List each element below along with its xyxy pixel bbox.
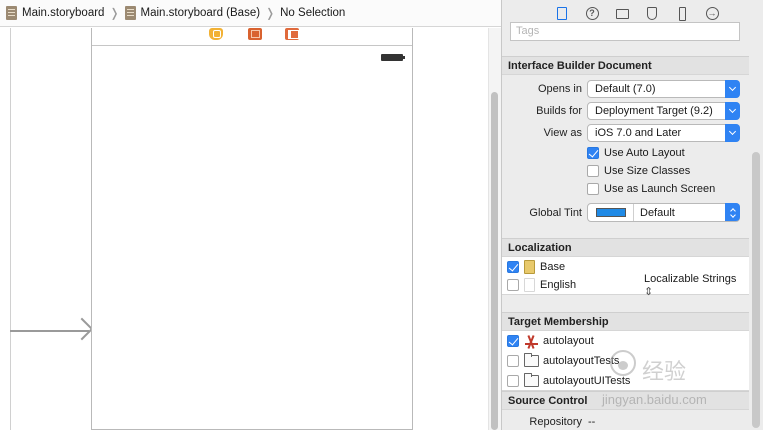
breadcrumb-label: Main.storyboard (Base) — [140, 7, 261, 19]
exit-icon[interactable] — [285, 28, 299, 40]
chevron-down-icon — [725, 80, 740, 98]
target-row-autolayout-ui-tests[interactable]: autolayoutUITests — [507, 372, 630, 390]
target-row-autolayout[interactable]: autolayout — [507, 332, 594, 350]
section-header-localization: Localization — [502, 238, 749, 257]
breadcrumb-label: Main.storyboard — [22, 7, 105, 19]
repository-value: -- — [588, 416, 596, 428]
attributes-inspector-tab[interactable] — [644, 6, 660, 22]
up-down-chevron-icon: ⇕ — [644, 285, 654, 298]
file-inspector-tab[interactable] — [554, 6, 570, 22]
section-header-source-control: Source Control — [502, 391, 749, 410]
breadcrumb-separator: ❭ — [265, 6, 276, 20]
size-inspector-tab[interactable] — [674, 6, 690, 22]
localization-list: Base English Localizable Strings ⇕ — [502, 257, 749, 298]
strings-file-icon — [524, 260, 535, 274]
arrow-head-icon — [70, 317, 94, 341]
target-row-autolayout-tests[interactable]: autolayoutTests — [507, 352, 619, 370]
ruler-icon — [678, 6, 686, 21]
connections-inspector-tab[interactable]: → — [704, 6, 720, 22]
checkbox-label: Use as Launch Screen — [604, 183, 716, 195]
first-responder-icon[interactable] — [248, 28, 262, 40]
builds-for-label: Builds for — [536, 105, 582, 117]
checkbox-label: Use Auto Layout — [604, 147, 685, 159]
global-tint-popup[interactable]: Default — [587, 203, 740, 222]
tint-color-swatch — [596, 208, 626, 217]
localization-type-popup[interactable]: Localizable Strings ⇕ — [644, 273, 747, 298]
opens-in-value: Default (7.0) — [595, 83, 656, 95]
use-size-classes-checkbox[interactable]: Use Size Classes — [587, 165, 690, 177]
id-card-icon — [615, 8, 629, 19]
checkbox-unchecked-icon[interactable] — [507, 375, 519, 387]
storyboard-file-icon — [6, 6, 17, 20]
builds-for-popup[interactable]: Deployment Target (9.2) — [587, 102, 740, 120]
storyboard-canvas[interactable] — [0, 28, 501, 430]
jump-bar: Main.storyboard ❭ Main.storyboard (Base)… — [0, 0, 501, 27]
repository-label: Repository — [529, 416, 582, 428]
document-icon — [557, 7, 567, 20]
breadcrumb-label: No Selection — [280, 7, 346, 19]
file-inspector-panel: ? → Tags Interface Builder Document Open… — [501, 0, 763, 430]
checkbox-unchecked-icon[interactable] — [507, 279, 519, 291]
connections-icon: → — [705, 7, 719, 20]
checkbox-unchecked-icon — [587, 183, 599, 195]
opens-in-popup[interactable]: Default (7.0) — [587, 80, 740, 98]
checkbox-label: Use Size Classes — [604, 165, 691, 177]
use-as-launch-screen-checkbox[interactable]: Use as Launch Screen — [587, 183, 715, 195]
scene-dock — [92, 28, 412, 46]
view-controller-icon[interactable] — [209, 28, 223, 40]
view-controller-scene[interactable] — [91, 28, 413, 430]
canvas-scrollbar[interactable] — [488, 28, 501, 430]
view-as-popup[interactable]: iOS 7.0 and Later — [587, 124, 740, 142]
chevron-down-icon — [725, 124, 740, 142]
section-header-ib-document: Interface Builder Document — [502, 56, 749, 75]
breadcrumb-selection[interactable]: No Selection — [280, 7, 345, 19]
quick-help-tab[interactable]: ? — [584, 6, 600, 22]
checkbox-checked-icon — [587, 147, 599, 159]
simulated-status-bar — [92, 47, 412, 63]
localization-type-value: Localizable Strings — [644, 272, 737, 285]
target-membership-list: autolayout autolayoutTests autolayoutUIT… — [502, 331, 749, 391]
chevron-down-icon — [725, 102, 740, 120]
target-label: autolayout — [543, 335, 594, 347]
up-down-chevron-icon — [725, 203, 740, 221]
target-label: autolayoutUITests — [543, 375, 631, 387]
opens-in-label: Opens in — [537, 83, 582, 95]
canvas-scroll-thumb[interactable] — [491, 92, 498, 430]
checkbox-unchecked-icon[interactable] — [507, 355, 519, 367]
canvas-divider — [10, 28, 11, 430]
tint-divider — [633, 204, 634, 221]
test-bundle-icon — [524, 373, 539, 387]
test-bundle-icon — [524, 353, 539, 367]
checkbox-unchecked-icon — [587, 165, 599, 177]
blank-file-icon — [524, 278, 535, 292]
storyboard-file-icon — [124, 6, 136, 20]
tint-value: Default — [640, 207, 675, 219]
checkbox-checked-icon[interactable] — [507, 261, 519, 273]
localization-row-base[interactable]: Base — [507, 258, 565, 276]
breadcrumb-storyboard-base[interactable]: Main.storyboard (Base) — [124, 6, 261, 20]
localization-row-english[interactable]: English Localizable Strings ⇕ — [507, 273, 747, 298]
builds-for-value: Deployment Target (9.2) — [595, 105, 713, 117]
breadcrumb-storyboard[interactable]: Main.storyboard — [6, 6, 104, 20]
help-icon: ? — [585, 7, 599, 20]
section-header-target-membership: Target Membership — [502, 312, 749, 331]
battery-icon — [381, 54, 405, 61]
view-as-label: View as — [543, 127, 582, 139]
identity-inspector-tab[interactable] — [614, 6, 630, 22]
localization-label: Base — [540, 261, 566, 273]
localization-label: English — [540, 279, 577, 291]
use-auto-layout-checkbox[interactable]: Use Auto Layout — [587, 147, 685, 159]
view-as-value: iOS 7.0 and Later — [595, 127, 682, 139]
target-label: autolayoutTests — [543, 355, 620, 367]
attributes-icon — [647, 7, 657, 20]
global-tint-label: Global Tint — [529, 207, 582, 219]
app-target-icon — [524, 334, 539, 349]
tags-input[interactable]: Tags — [510, 22, 740, 41]
breadcrumb-separator: ❭ — [109, 6, 120, 20]
inspector-scroll-thumb[interactable] — [752, 152, 760, 428]
checkbox-checked-icon[interactable] — [507, 335, 519, 347]
storyboard-entry-point-arrow[interactable] — [10, 317, 94, 341]
